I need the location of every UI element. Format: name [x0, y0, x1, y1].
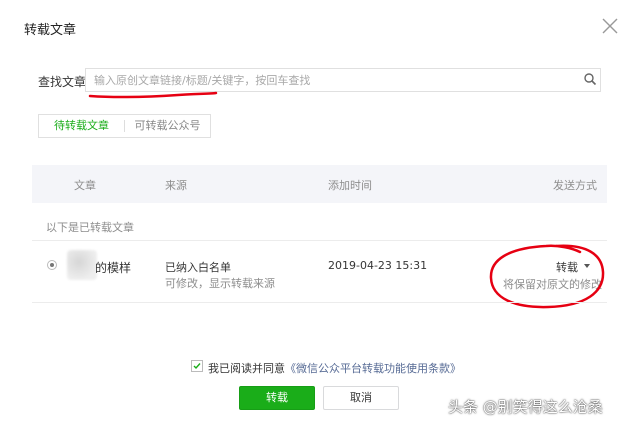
column-header-send-method: 发送方式: [553, 179, 597, 192]
agreement-text: 我已阅读并同意《微信公众平台转载功能使用条款》: [208, 360, 461, 376]
source-note: 可修改，显示转载来源: [165, 277, 275, 290]
search-label: 查找文章: [38, 75, 87, 89]
row-radio[interactable]: [47, 260, 57, 270]
article-title[interactable]: 的模样: [95, 259, 131, 276]
article-thumbnail: [67, 250, 97, 280]
tab-bar: 待转载文章 可转载公众号: [38, 114, 211, 138]
agreement-prefix: 我已阅读并同意: [208, 362, 285, 375]
table-header: 文章 来源 添加时间 发送方式: [32, 165, 607, 203]
watermark: 头条 @别笑得这么沧桑: [448, 398, 603, 416]
tab-pending-articles[interactable]: 待转载文章: [39, 115, 124, 137]
cancel-button[interactable]: 取消: [323, 386, 399, 410]
section-label: 以下是已转载文章: [46, 221, 134, 234]
column-header-added-time: 添加时间: [328, 179, 372, 192]
added-time: 2019-04-23 15:31: [328, 259, 428, 272]
source-status: 已纳入白名单: [165, 261, 231, 274]
repost-button[interactable]: 转载: [239, 386, 315, 410]
tab-accounts[interactable]: 可转载公众号: [125, 115, 210, 137]
check-icon: [193, 363, 201, 370]
column-header-source: 来源: [165, 179, 187, 192]
radio-dot: [50, 263, 54, 267]
agree-checkbox[interactable]: [191, 360, 203, 372]
row-divider-bottom: [32, 302, 607, 303]
column-header-article: 文章: [74, 179, 96, 192]
search-input[interactable]: [94, 71, 574, 89]
search-icon[interactable]: [583, 72, 597, 86]
terms-link[interactable]: 《微信公众平台转载功能使用条款》: [285, 362, 461, 375]
annotation-underline: [88, 91, 218, 99]
dialog-title: 转载文章: [24, 23, 77, 38]
close-icon[interactable]: [601, 17, 619, 35]
